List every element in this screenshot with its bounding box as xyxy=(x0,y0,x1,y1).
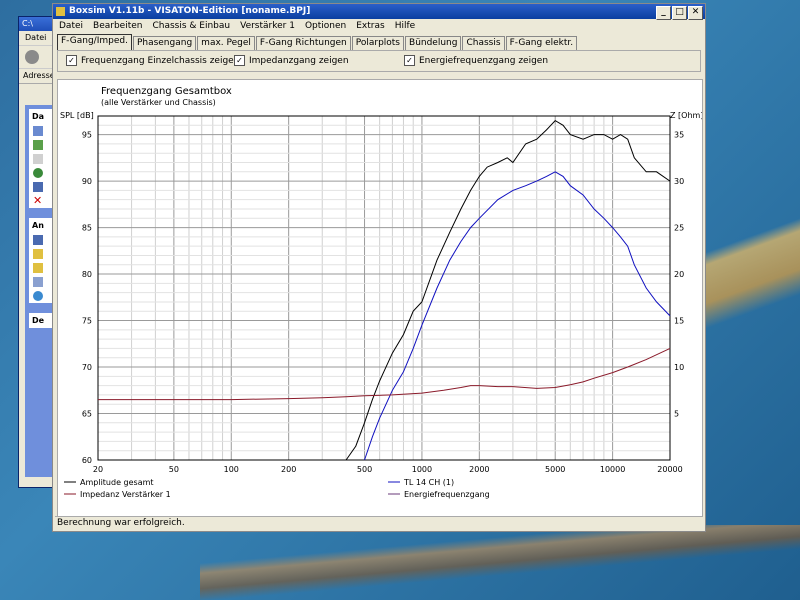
minimize-button[interactable]: _ xyxy=(656,6,671,20)
desktop-background-branch-lower xyxy=(200,525,800,600)
checkbox-box[interactable]: ✓ xyxy=(234,55,245,66)
maximize-button[interactable]: □ xyxy=(672,6,687,20)
checkbox-energiefrequenzgang[interactable]: ✓ Energiefrequenzgang zeigen xyxy=(404,55,548,66)
chart-panel: Frequenzgang Gesamtbox (alle Verstärker … xyxy=(57,79,703,517)
title-bar[interactable]: Boxsim V1.11b - VISATON-Edition [noname.… xyxy=(53,4,705,20)
folder-icon xyxy=(33,126,43,136)
legend-label: Impedanz Verstärker 1 xyxy=(80,490,171,499)
checkbox-label: Impedanzgang zeigen xyxy=(249,55,349,66)
window-controls: _ □ ✕ xyxy=(655,5,703,20)
x-tick-label: 100 xyxy=(224,465,239,474)
y-tick-label-right: 35 xyxy=(674,131,684,140)
status-bar: Berechnung war erfolgreich. xyxy=(55,516,703,530)
boxsim-window: Boxsim V1.11b - VISATON-Edition [noname.… xyxy=(52,3,706,532)
menu-bearbeiten[interactable]: Bearbeiten xyxy=(93,21,142,31)
y-tick-label-left: 75 xyxy=(82,317,92,326)
tab-max-pegel[interactable]: max. Pegel xyxy=(197,36,255,50)
legend-label: TL 14 CH (1) xyxy=(403,478,454,487)
legend-label: Amplitude gesamt xyxy=(80,478,154,487)
menu-verstaerker[interactable]: Verstärker 1 xyxy=(240,21,295,31)
y-tick-label-left: 70 xyxy=(82,363,92,372)
move-icon xyxy=(33,140,43,150)
globe-icon xyxy=(33,168,43,178)
y-tick-label-right: 25 xyxy=(674,224,684,233)
mail-icon xyxy=(33,182,43,192)
x-tick-label: 5000 xyxy=(545,465,565,474)
x-tick-label: 50 xyxy=(169,465,179,474)
y-tick-label-right: 30 xyxy=(674,177,684,186)
y-tick-label-right: 15 xyxy=(674,317,684,326)
delete-icon: ✕ xyxy=(33,194,43,207)
desktop-icon xyxy=(33,235,43,245)
y-tick-label-right: 5 xyxy=(674,410,679,419)
tab-chassis[interactable]: Chassis xyxy=(462,36,505,50)
tab-f-gang-richtungen[interactable]: F-Gang Richtungen xyxy=(255,36,351,50)
tab-phasengang[interactable]: Phasengang xyxy=(132,36,197,50)
y-tick-label-right: 10 xyxy=(674,363,684,372)
y-axis-label-left: SPL [dB] xyxy=(60,111,94,120)
checkbox-label: Frequenzgang Einzelchassis zeigen xyxy=(81,55,240,66)
documents-icon xyxy=(33,249,43,259)
options-bar: ✓ Frequenzgang Einzelchassis zeigen ✓ Impe… xyxy=(57,50,701,72)
menu-hilfe[interactable]: Hilfe xyxy=(395,21,415,31)
checkbox-box[interactable]: ✓ xyxy=(66,55,77,66)
x-tick-label: 10000 xyxy=(600,465,625,474)
menu-chassis-einbau[interactable]: Chassis & Einbau xyxy=(152,21,230,31)
y-tick-label-left: 60 xyxy=(82,456,92,465)
checkbox-label: Energiefrequenzgang zeigen xyxy=(419,55,549,66)
y-axis-label-right: Z [Ohm] xyxy=(670,111,702,120)
x-tick-label: 20 xyxy=(93,465,103,474)
menu-optionen[interactable]: Optionen xyxy=(305,21,346,31)
menu-bar: Datei Bearbeiten Chassis & Einbau Verstärke… xyxy=(53,19,705,34)
checkbox-impedanzgang[interactable]: ✓ Impedanzgang zeigen xyxy=(234,55,349,66)
x-tick-label: 500 xyxy=(357,465,372,474)
tab-f-gang-imped[interactable]: F-Gang/Imped. xyxy=(57,34,132,50)
app-icon xyxy=(56,7,65,16)
y-tick-label-right: 20 xyxy=(674,270,684,279)
series-line-1 xyxy=(364,171,671,461)
copy-icon xyxy=(33,154,43,164)
y-tick-label-left: 85 xyxy=(82,224,92,233)
computer-icon xyxy=(33,277,43,287)
x-tick-label: 2000 xyxy=(469,465,489,474)
frequency-response-chart: Frequenzgang Gesamtbox (alle Verstärker … xyxy=(60,86,703,499)
folder-icon xyxy=(33,263,43,273)
y-tick-label-left: 90 xyxy=(82,177,92,186)
tab-buendelung[interactable]: Bündelung xyxy=(405,36,462,50)
desktop-background-branch xyxy=(700,0,800,600)
legend-label: Energiefrequenzgang xyxy=(404,490,490,499)
menu-datei[interactable]: Datei xyxy=(59,21,83,31)
back-arrow-icon[interactable] xyxy=(25,50,39,64)
x-tick-label: 20000 xyxy=(657,465,682,474)
menu-extras[interactable]: Extras xyxy=(356,21,384,31)
network-icon xyxy=(33,291,43,301)
chart-title: Frequenzgang Gesamtbox xyxy=(101,86,232,97)
tab-polarplots[interactable]: Polarplots xyxy=(351,36,405,50)
close-button[interactable]: ✕ xyxy=(688,6,703,20)
x-tick-label: 1000 xyxy=(412,465,432,474)
checkbox-einzelchassis[interactable]: ✓ Frequenzgang Einzelchassis zeigen xyxy=(66,55,239,66)
window-title: Boxsim V1.11b - VISATON-Edition [noname.… xyxy=(69,6,311,16)
tab-f-gang-elektr[interactable]: F-Gang elektr. xyxy=(505,36,578,50)
tab-strip: F-Gang/Imped. Phasengang max. Pegel F-Ga… xyxy=(57,34,705,50)
checkbox-box[interactable]: ✓ xyxy=(404,55,415,66)
chart-subtitle: (alle Verstärker und Chassis) xyxy=(101,98,216,107)
series-line-2 xyxy=(98,347,671,401)
y-tick-label-left: 95 xyxy=(82,131,92,140)
y-tick-label-left: 80 xyxy=(82,270,92,279)
y-tick-label-left: 65 xyxy=(82,410,92,419)
x-tick-label: 200 xyxy=(281,465,296,474)
